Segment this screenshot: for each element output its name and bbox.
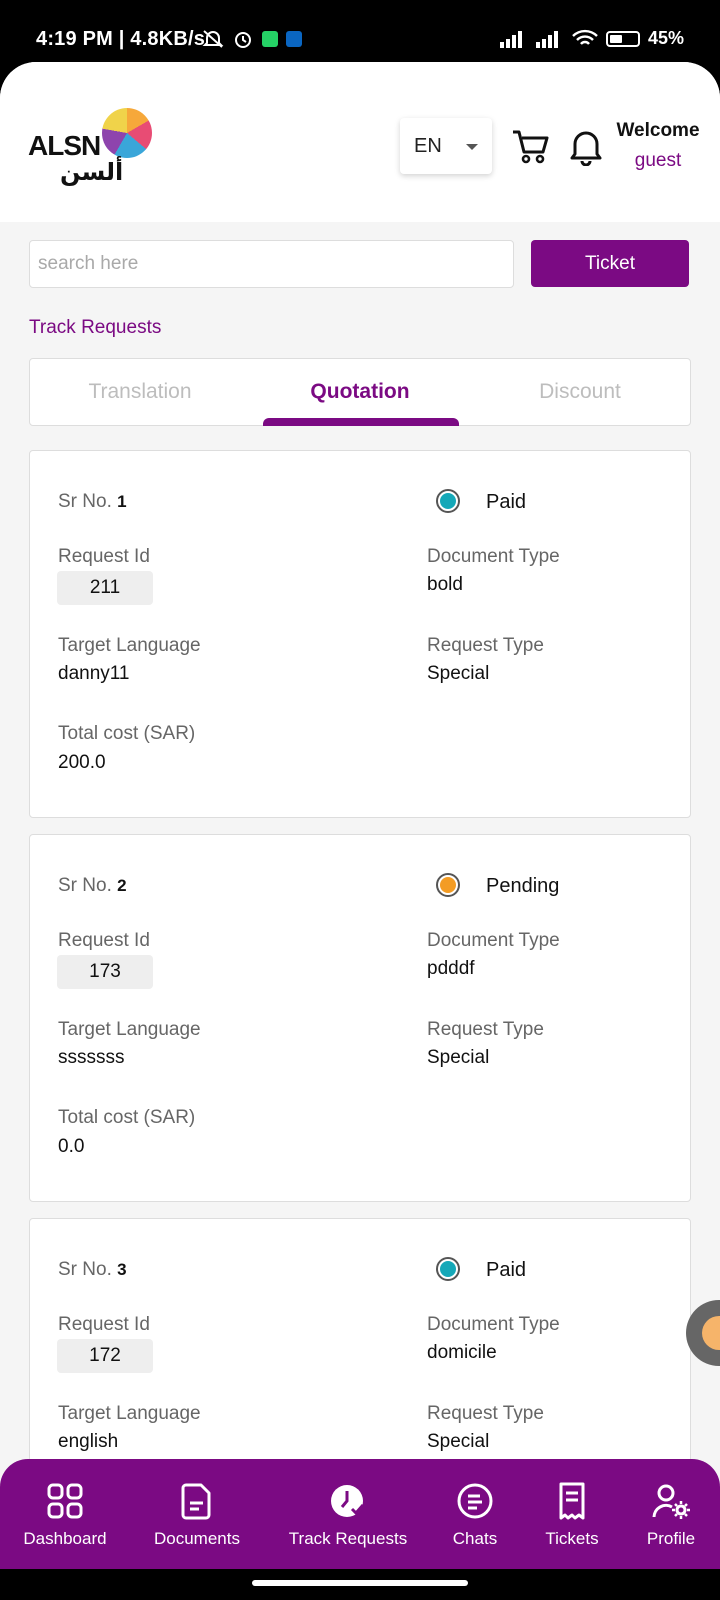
bottom-navigation: Dashboard Documents Track Requests Chats… bbox=[0, 1459, 720, 1569]
status-text: Pending bbox=[486, 875, 560, 897]
battery-level: 45% bbox=[647, 28, 684, 48]
sr-no-value: 3 bbox=[117, 1260, 127, 1279]
wifi-icon bbox=[572, 29, 598, 45]
sr-no-label: Sr No. bbox=[58, 491, 112, 512]
document-type-value: bold bbox=[427, 574, 463, 595]
sr-no-value: 1 bbox=[117, 492, 127, 511]
document-icon bbox=[181, 1483, 211, 1520]
track-clock-icon bbox=[331, 1485, 365, 1517]
request-card[interactable]: Sr No. 1 Paid Request Id 211 Document Ty… bbox=[29, 450, 691, 818]
nav-documents[interactable]: Documents bbox=[127, 1481, 267, 1549]
floating-action-button[interactable] bbox=[686, 1300, 720, 1366]
profile-settings-icon bbox=[652, 1484, 690, 1519]
total-cost-value: 200.0 bbox=[58, 752, 106, 773]
tab-discount[interactable]: Discount bbox=[470, 359, 690, 425]
request-type-label: Request Type bbox=[427, 1019, 544, 1040]
total-cost-label: Total cost (SAR) bbox=[58, 1107, 196, 1128]
status-indicator-icon bbox=[436, 489, 460, 513]
request-type-value: Special bbox=[427, 663, 490, 684]
language-select[interactable]: EN bbox=[400, 118, 492, 174]
app-header: ALSN ألسن EN Welcome guest bbox=[0, 62, 720, 222]
tab-quotation[interactable]: Quotation bbox=[250, 359, 470, 425]
signal-2-icon bbox=[535, 30, 558, 48]
total-cost-label: Total cost (SAR) bbox=[58, 723, 196, 744]
battery-icon bbox=[605, 30, 640, 47]
cart-icon[interactable] bbox=[510, 126, 550, 166]
bell-icon[interactable] bbox=[567, 126, 605, 166]
nav-profile[interactable]: Profile bbox=[601, 1481, 720, 1549]
target-language-value: sssssss bbox=[58, 1047, 125, 1068]
sr-no: Sr No. 2 bbox=[58, 875, 127, 897]
chevron-down-icon bbox=[466, 144, 478, 150]
fab-inner-icon bbox=[702, 1316, 720, 1350]
request-type-value: Special bbox=[427, 1431, 490, 1452]
request-type-label: Request Type bbox=[427, 635, 544, 656]
tab-translation[interactable]: Translation bbox=[30, 359, 250, 425]
alarm-icon bbox=[235, 32, 251, 48]
sr-no: Sr No. 1 bbox=[58, 491, 127, 513]
dashboard-icon bbox=[47, 1483, 83, 1519]
nav-label: Dashboard bbox=[23, 1529, 107, 1548]
logo-bubble-icon bbox=[102, 108, 152, 158]
ticket-receipt-icon bbox=[559, 1482, 585, 1520]
logo-arabic-text: ألسن bbox=[60, 159, 124, 186]
document-type-label: Document Type bbox=[427, 930, 560, 951]
home-indicator[interactable] bbox=[252, 1580, 468, 1586]
whatsapp-icon bbox=[262, 31, 278, 47]
status-time: 4:19 PM | 4.8KB/s bbox=[36, 28, 206, 50]
nav-track-requests[interactable]: Track Requests bbox=[278, 1481, 418, 1549]
target-language-label: Target Language bbox=[58, 635, 201, 656]
status-text: Paid bbox=[486, 1259, 527, 1281]
welcome-block: Welcome guest bbox=[608, 120, 708, 172]
nav-label: Track Requests bbox=[288, 1529, 408, 1548]
signal-icon bbox=[499, 30, 522, 48]
request-id-label: Request Id bbox=[58, 930, 150, 951]
sr-no: Sr No. 3 bbox=[58, 1259, 127, 1281]
request-id-label: Request Id bbox=[58, 546, 150, 567]
target-language-label: Target Language bbox=[58, 1403, 201, 1424]
status-notification-icons bbox=[202, 28, 302, 50]
target-language-value: danny11 bbox=[58, 663, 130, 684]
page-title: Track Requests bbox=[29, 317, 162, 338]
user-name[interactable]: guest bbox=[608, 150, 708, 172]
status-indicator-icon bbox=[436, 873, 460, 897]
mute-icon bbox=[202, 30, 224, 48]
status-system-icons: 45% bbox=[499, 28, 684, 49]
request-type-label: Request Type bbox=[427, 1403, 544, 1424]
request-type-value: Special bbox=[427, 1047, 490, 1068]
request-id-value: 172 bbox=[57, 1339, 153, 1373]
chat-icon bbox=[457, 1483, 493, 1519]
sr-no-label: Sr No. bbox=[58, 875, 112, 896]
app-screen: ALSN ألسن EN Welcome guest Ticket Track … bbox=[0, 62, 720, 1558]
search-input[interactable] bbox=[29, 240, 514, 288]
ticket-button[interactable]: Ticket bbox=[531, 240, 689, 287]
document-type-value: pdddf bbox=[427, 958, 475, 979]
document-type-value: domicile bbox=[427, 1342, 497, 1363]
linkedin-icon bbox=[286, 31, 302, 47]
document-type-label: Document Type bbox=[427, 546, 560, 567]
target-language-value: english bbox=[58, 1431, 119, 1452]
total-cost-value: 0.0 bbox=[58, 1136, 85, 1157]
document-type-label: Document Type bbox=[427, 1314, 560, 1335]
sr-no-value: 2 bbox=[117, 876, 127, 895]
nav-label: Profile bbox=[646, 1529, 696, 1548]
request-id-value: 211 bbox=[57, 571, 153, 605]
request-id-value: 173 bbox=[57, 955, 153, 989]
nav-label: Documents bbox=[154, 1529, 240, 1548]
request-card[interactable]: Sr No. 2 Pending Request Id 173 Document… bbox=[29, 834, 691, 1202]
target-language-label: Target Language bbox=[58, 1019, 201, 1040]
sr-no-label: Sr No. bbox=[58, 1259, 112, 1280]
welcome-text: Welcome bbox=[616, 120, 700, 141]
alsn-logo[interactable]: ALSN ألسن bbox=[28, 108, 152, 188]
status-indicator-icon bbox=[436, 1257, 460, 1281]
status-text: Paid bbox=[486, 491, 527, 513]
request-tabs: Translation Quotation Discount bbox=[29, 358, 691, 426]
request-id-label: Request Id bbox=[58, 1314, 150, 1335]
nav-dashboard[interactable]: Dashboard bbox=[0, 1481, 135, 1549]
tab-active-indicator bbox=[263, 418, 459, 426]
language-value: EN bbox=[414, 134, 442, 157]
